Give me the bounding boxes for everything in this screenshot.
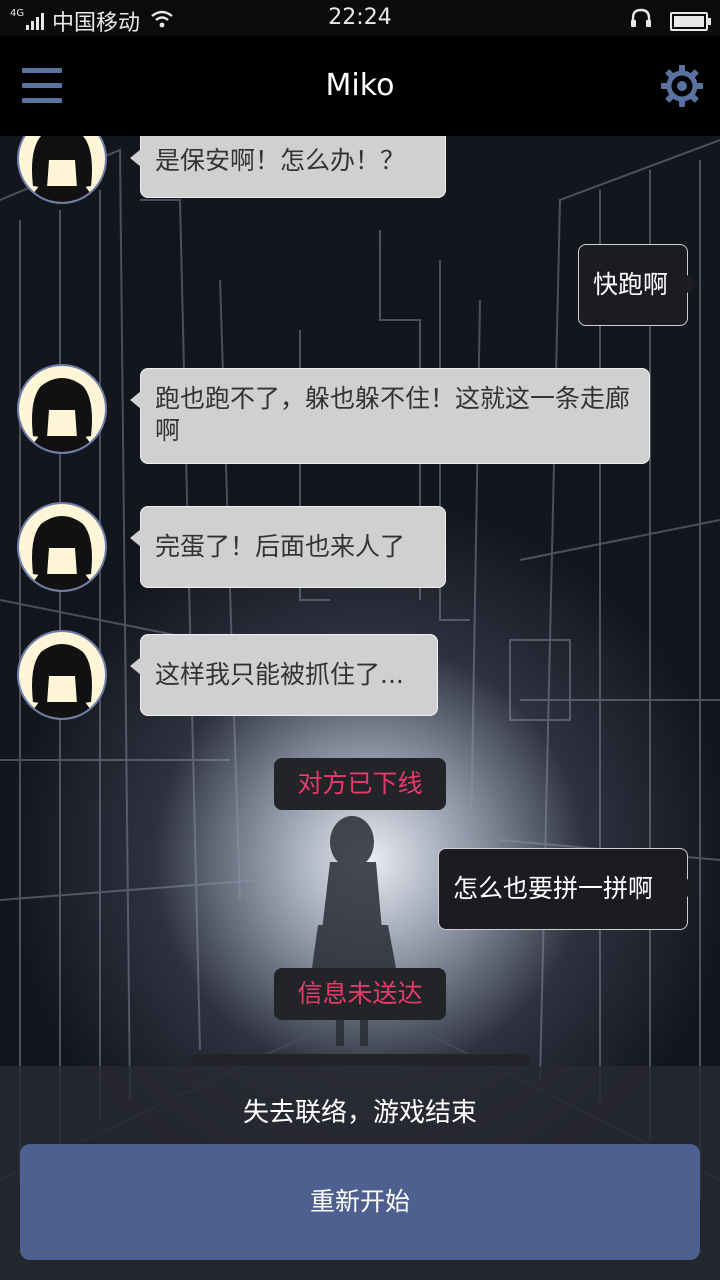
status-bar: 4G 中国移动 22:24: [0, 0, 720, 36]
message-bubble: 是保安啊！怎么办！？: [130, 136, 446, 198]
avatar: [17, 502, 107, 592]
avatar: [17, 630, 107, 720]
chat-area[interactable]: 是保安啊！怎么办！？ 快跑啊 跑也跑不了，躲也躲不住！这就这一条走廊啊 完蛋了！…: [0, 136, 720, 1066]
message-text: 完蛋了！后面也来人了: [155, 532, 406, 561]
status-time: 22:24: [328, 5, 392, 30]
message-bubble: 跑也跑不了，躲也躲不住！这就这一条走廊啊: [130, 368, 650, 464]
message-bubble: 怎么也要拼一拼啊: [438, 848, 698, 930]
restart-button[interactable]: 重新开始: [20, 1144, 700, 1260]
message-bubble: 快跑啊: [578, 244, 698, 326]
app-header: Miko: [0, 36, 720, 136]
system-notice: 信息未送达: [274, 968, 446, 1020]
avatar: [17, 364, 107, 454]
system-notice: 对方账号不存在或已注销: [190, 1054, 530, 1066]
message-text: 是保安啊！怎么办！？: [155, 146, 406, 175]
avatar: [17, 136, 107, 204]
game-over-message: 失去联络，游戏结束: [242, 1098, 477, 1128]
message-text: 这样我只能被抓住了...: [155, 660, 404, 689]
message-bubble: 这样我只能被抓住了...: [130, 634, 438, 716]
message-text: 快跑啊: [593, 270, 669, 299]
gear-icon[interactable]: [660, 64, 704, 108]
message-text: 怎么也要拼一拼啊: [453, 874, 654, 903]
chat-title: Miko: [325, 68, 395, 103]
message-text: 跑也跑不了，躲也躲不住！这就这一条走廊啊: [155, 384, 631, 445]
message-bubble: 完蛋了！后面也来人了: [130, 506, 446, 588]
battery-icon: [670, 11, 711, 31]
headset-icon: [630, 8, 652, 34]
system-notice: 对方已下线: [274, 758, 446, 810]
